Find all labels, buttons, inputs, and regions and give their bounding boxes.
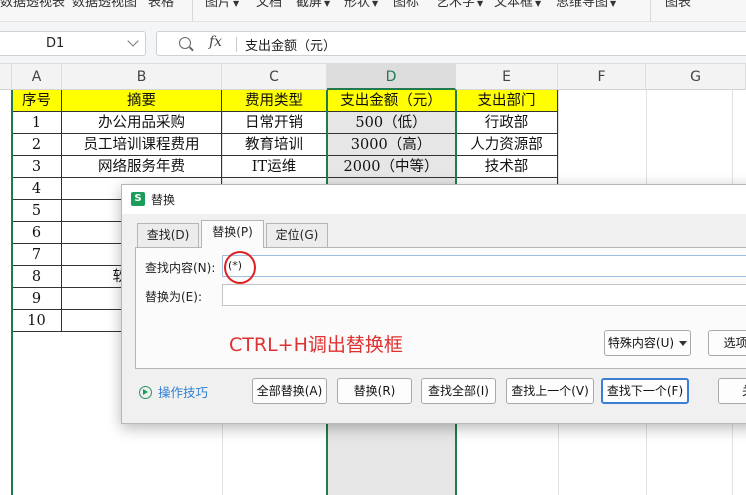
ribbon-wordart[interactable]: 艺术字 ▼ <box>436 0 483 10</box>
cell-serial[interactable]: 2 <box>12 134 62 156</box>
column-header-b[interactable]: B <box>62 64 222 90</box>
cell-department[interactable]: 人力资源部 <box>456 134 558 156</box>
column-header-g[interactable]: G <box>646 64 746 90</box>
formula-text: 支出金额（元） <box>245 39 337 54</box>
tips-link[interactable]: 操作技巧 <box>139 382 208 401</box>
cell-serial[interactable]: 6 <box>12 222 62 244</box>
dialog-title: 替换 <box>151 193 176 207</box>
find-previous-button[interactable]: 查找上一个(V) <box>506 378 594 404</box>
ribbon-textbox[interactable]: 文本框 ▼ <box>494 0 541 10</box>
options-button[interactable]: 选项( <box>708 330 746 356</box>
ribbon-mindmap[interactable]: 思维导图 ▼ <box>556 0 616 10</box>
ribbon-chart[interactable]: 图表 <box>665 0 691 10</box>
annotation-circle <box>224 251 256 284</box>
cell-department[interactable]: 行政部 <box>456 112 558 134</box>
ribbon-document[interactable]: 文档 <box>256 0 282 10</box>
chevron-down-icon: ▼ <box>535 0 542 8</box>
replace-panel: 查找内容(N): (*) 替换为(E): CTRL+H调出替换框 特殊内容(U)… <box>135 247 746 369</box>
ribbon-separator <box>192 0 193 21</box>
cell-summary[interactable]: 办公用品采购 <box>62 112 222 134</box>
replace-button[interactable]: 替换(R) <box>337 378 412 404</box>
cell-serial[interactable]: 10 <box>12 310 62 332</box>
tab-find[interactable]: 查找(D) <box>137 223 199 247</box>
replace-all-button[interactable]: 全部替换(A) <box>252 378 327 404</box>
formula-divider <box>236 37 237 52</box>
chevron-down-icon[interactable] <box>127 35 139 47</box>
cell-amount[interactable]: 2000（中等） <box>327 156 456 178</box>
function-icon[interactable]: fx <box>209 34 222 50</box>
replace-label: 替换为(E): <box>145 290 202 304</box>
cell-amount[interactable]: 500（低） <box>327 112 456 134</box>
cell-serial[interactable]: 1 <box>12 112 62 134</box>
cell-expense-type[interactable]: 教育培训 <box>222 134 327 156</box>
dialog-title-bar[interactable]: S 替换 <box>122 185 746 214</box>
cell-amount[interactable]: 3000（高） <box>327 134 456 156</box>
find-all-button[interactable]: 查找全部(I) <box>421 378 496 404</box>
ribbon-icon[interactable]: 图标 <box>393 0 419 10</box>
cell-department[interactable]: 技术部 <box>456 156 558 178</box>
ribbon-picture[interactable]: 图片 ▼ <box>205 0 239 10</box>
selection-border-left <box>11 90 13 495</box>
zoom-icon[interactable] <box>179 37 191 49</box>
header-cell-serial[interactable]: 序号 <box>12 90 62 112</box>
play-circle-icon <box>139 386 152 399</box>
chevron-down-icon: ▼ <box>372 0 379 8</box>
find-label: 查找内容(N): <box>145 261 216 275</box>
header-cell-department[interactable]: 支出部门 <box>456 90 558 112</box>
ribbon-separator <box>650 0 651 21</box>
annotation-caption: CTRL+H调出替换框 <box>229 334 403 356</box>
name-box[interactable]: D1 <box>0 31 146 56</box>
ribbon-table[interactable]: 表格 <box>148 0 174 10</box>
column-header-f[interactable]: F <box>558 64 646 90</box>
formula-input[interactable]: fx 支出金额（元） <box>156 31 746 56</box>
name-box-value: D1 <box>46 36 65 51</box>
header-cell-expense-type[interactable]: 费用类型 <box>222 90 327 112</box>
tab-replace[interactable]: 替换(P) <box>201 220 264 248</box>
replace-input[interactable] <box>222 284 746 306</box>
formula-bar: D1 fx 支出金额（元） <box>0 22 746 64</box>
chevron-down-icon <box>679 341 688 346</box>
column-header-e[interactable]: E <box>456 64 558 90</box>
column-header-d[interactable]: D <box>327 64 456 90</box>
cell-summary[interactable]: 员工培训课程费用 <box>62 134 222 156</box>
header-cell-summary[interactable]: 摘要 <box>62 90 222 112</box>
cell-summary[interactable]: 网络服务年费 <box>62 156 222 178</box>
cell-serial[interactable]: 9 <box>12 288 62 310</box>
cell-serial[interactable]: 4 <box>12 178 62 200</box>
special-content-button[interactable]: 特殊内容(U) <box>604 330 691 356</box>
column-header-a[interactable]: A <box>12 64 62 90</box>
wps-app-icon: S <box>131 192 145 206</box>
header-cell-amount[interactable]: 支出金额（元） <box>327 90 456 112</box>
ribbon-screenshot[interactable]: 截屏 ▼ <box>296 0 330 10</box>
chevron-down-icon: ▼ <box>324 0 331 8</box>
find-input[interactable]: (*) <box>222 255 746 277</box>
cell-expense-type[interactable]: 日常开销 <box>222 112 327 134</box>
tab-goto[interactable]: 定位(G) <box>266 223 328 247</box>
ribbon-pivot-chart[interactable]: 数据透视图 <box>72 0 137 10</box>
cell-expense-type[interactable]: IT运维 <box>222 156 327 178</box>
select-all-corner[interactable] <box>0 64 12 90</box>
find-replace-dialog: S 替换 查找(D) 替换(P) 定位(G) 查找内容(N): (*) 替换为(… <box>121 184 746 424</box>
close-button[interactable]: 关 <box>718 378 746 404</box>
cell-serial[interactable]: 5 <box>12 200 62 222</box>
chevron-down-icon: ▼ <box>477 0 484 8</box>
cell-serial[interactable]: 7 <box>12 244 62 266</box>
ribbon-toolbar: 数据透视表 数据透视图 表格 图片 ▼ 文档 截屏 ▼ 形状 ▼ 图标 艺术字 ▼ 文本… <box>0 0 746 22</box>
cell-serial[interactable]: 3 <box>12 156 62 178</box>
cell-serial[interactable]: 8 <box>12 266 62 288</box>
ribbon-shape[interactable]: 形状 ▼ <box>344 0 378 10</box>
column-header-c[interactable]: C <box>222 64 327 90</box>
chevron-down-icon: ▼ <box>610 0 617 8</box>
ribbon-pivot-table[interactable]: 数据透视表 <box>0 0 65 10</box>
chevron-down-icon: ▼ <box>233 0 240 8</box>
find-next-button[interactable]: 查找下一个(F) <box>601 378 689 404</box>
